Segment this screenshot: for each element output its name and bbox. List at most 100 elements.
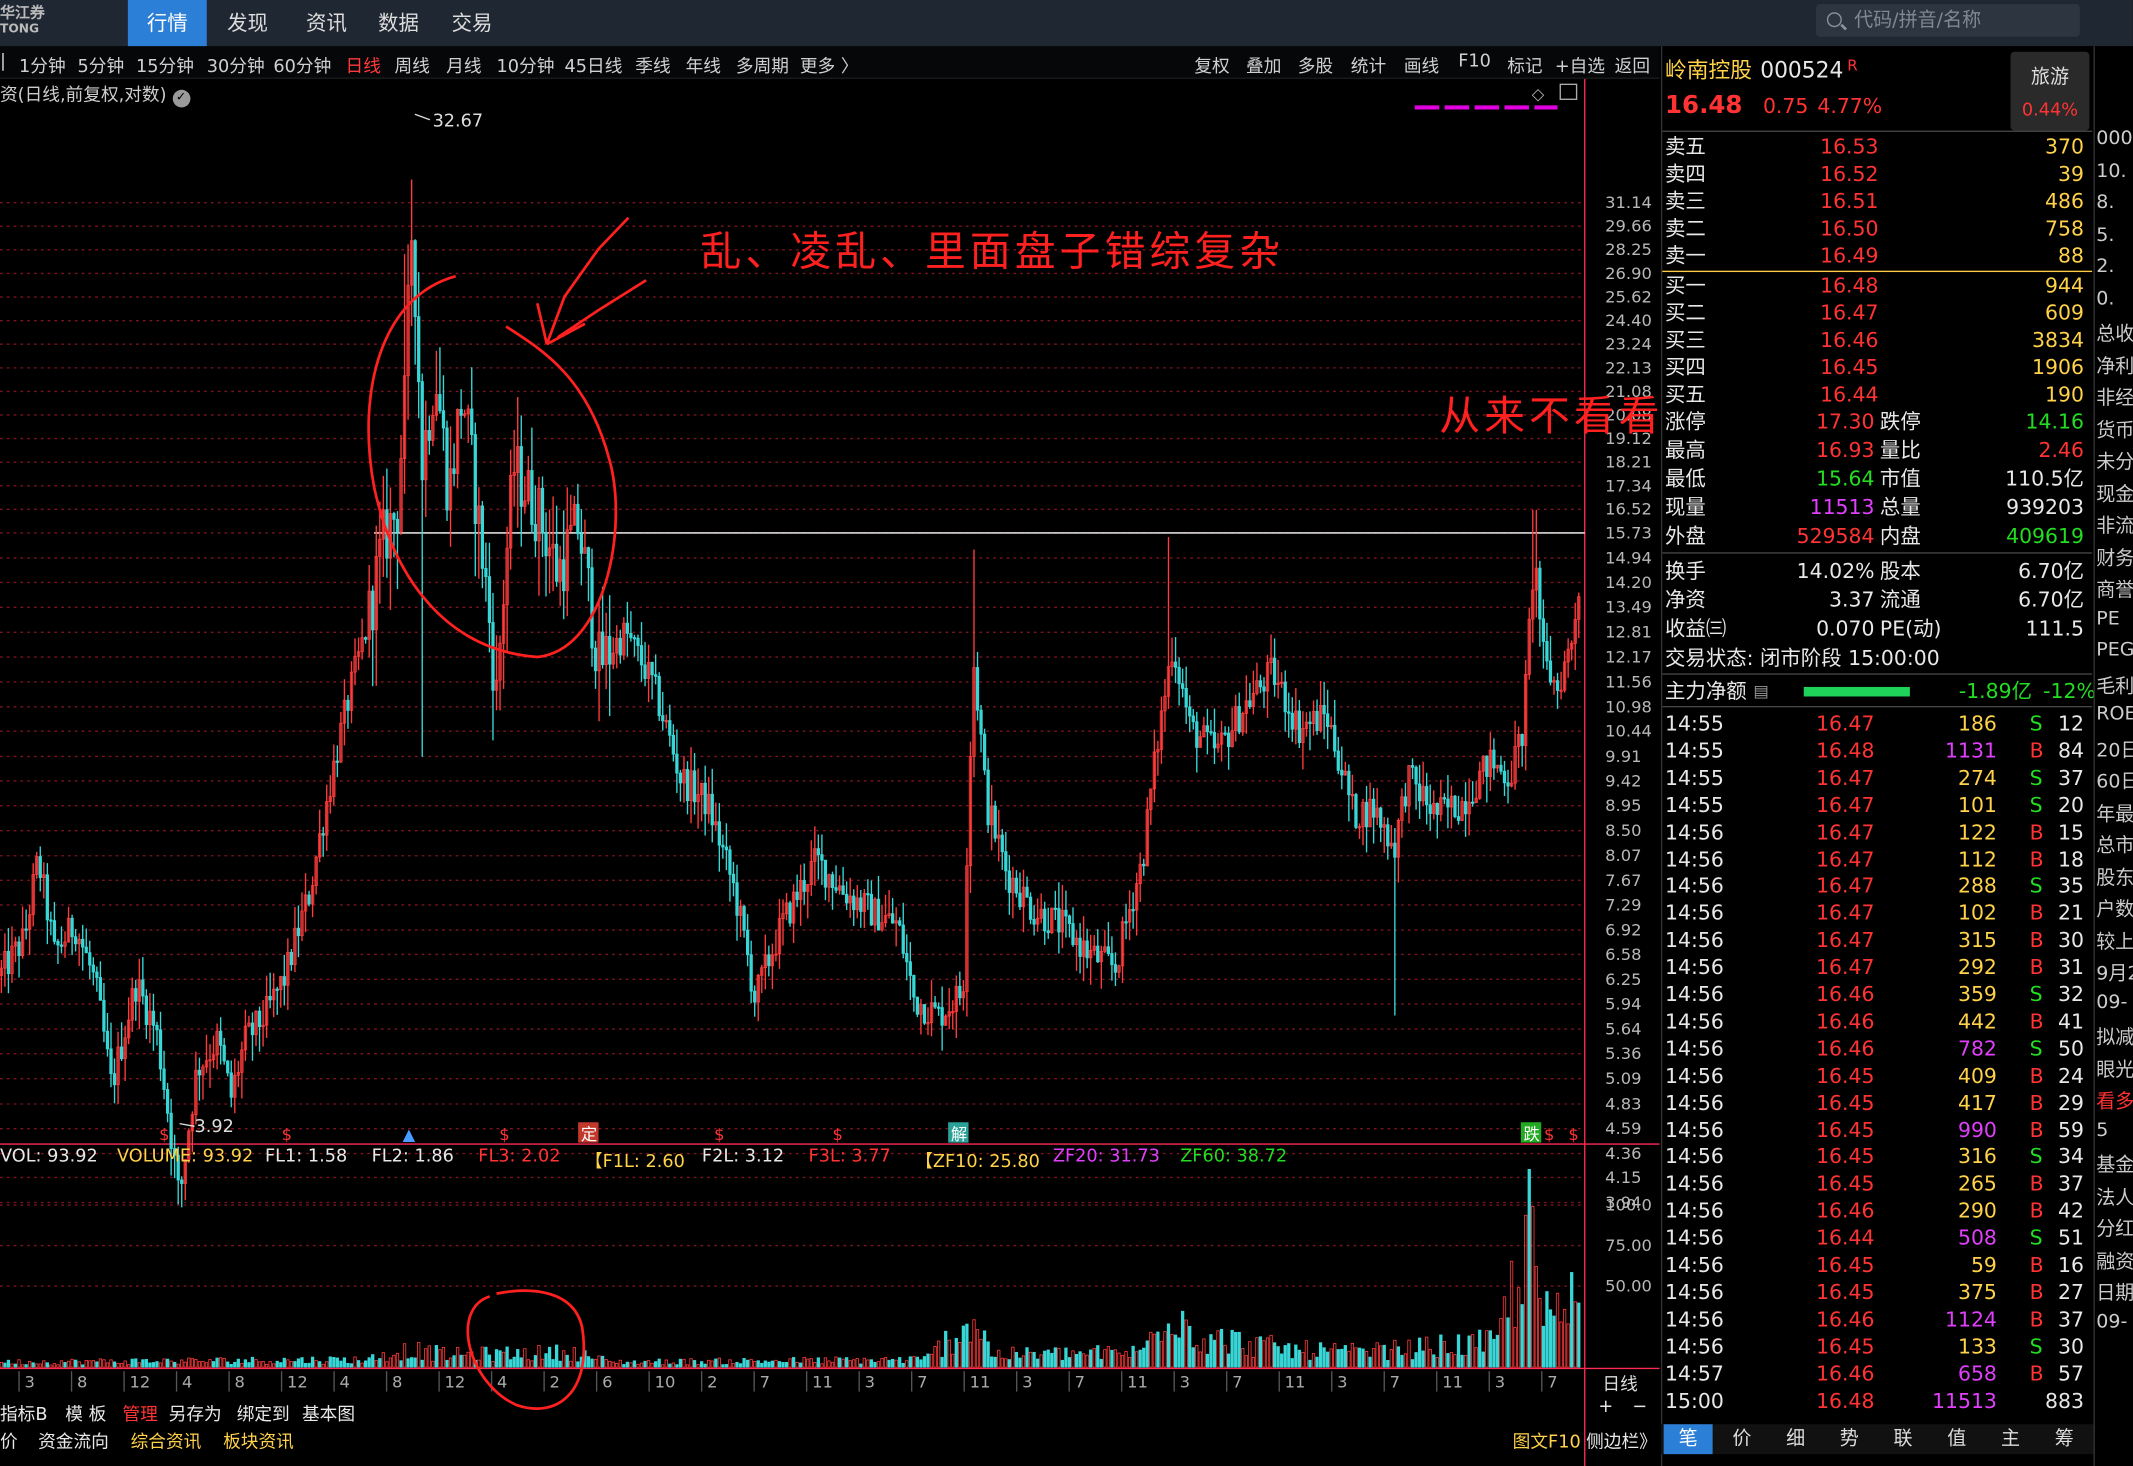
side-info-item: 股东 bbox=[2096, 867, 2133, 889]
volume-bar bbox=[229, 1364, 233, 1368]
menu-trade[interactable]: 交易 bbox=[438, 0, 506, 46]
panel-tab[interactable]: 值 bbox=[1932, 1424, 1981, 1454]
diamond-icon[interactable]: ◇ bbox=[1532, 84, 1545, 103]
candle-body bbox=[1223, 732, 1227, 735]
period-15min[interactable]: 15分钟 bbox=[136, 52, 194, 77]
period-30min[interactable]: 30分钟 bbox=[207, 52, 265, 77]
event-marker[interactable]: $ bbox=[159, 1125, 169, 1144]
tab-indicator[interactable]: 指标B bbox=[0, 1400, 48, 1425]
volume-bar bbox=[519, 1357, 523, 1368]
period-60min[interactable]: 60分钟 bbox=[273, 52, 331, 77]
volume-bar bbox=[1149, 1331, 1153, 1368]
bid-row[interactable]: 买一 16.48 944 bbox=[1662, 272, 2092, 299]
menu-news[interactable]: 资讯 bbox=[290, 0, 363, 46]
price-axis-label: 28.25 bbox=[1605, 240, 1652, 259]
bid-row[interactable]: 买三 16.46 3834 bbox=[1662, 326, 2092, 353]
zoom-out-icon[interactable]: − bbox=[1632, 1397, 1647, 1417]
event-marker[interactable]: $ bbox=[833, 1125, 843, 1144]
tool-mark[interactable]: 标记 bbox=[1507, 52, 1542, 77]
volume-bar bbox=[180, 1359, 184, 1368]
settings-icon[interactable]: ✓ bbox=[172, 89, 190, 108]
menu-data[interactable]: 数据 bbox=[365, 0, 433, 46]
window-icon[interactable] bbox=[1559, 83, 1578, 100]
volume-bar bbox=[427, 1345, 431, 1368]
link-sidebar[interactable]: 侧边栏》 bbox=[1586, 1427, 1657, 1452]
volume-bar bbox=[431, 1360, 435, 1368]
period-monthly[interactable]: 月线 bbox=[446, 52, 481, 77]
period-yearly[interactable]: 年线 bbox=[686, 52, 721, 77]
volume-bar bbox=[1110, 1349, 1114, 1368]
bid-row[interactable]: 买五 16.44 190 bbox=[1662, 381, 2092, 408]
period-quarterly[interactable]: 季线 bbox=[635, 52, 670, 77]
tool-f10[interactable]: F10 bbox=[1458, 52, 1491, 72]
panel-tab[interactable]: 笔 bbox=[1663, 1424, 1713, 1455]
ask-row[interactable]: 卖五 16.53 370 bbox=[1662, 133, 2092, 160]
menu-market[interactable]: 行情 bbox=[127, 0, 207, 47]
tab-save-as[interactable]: 另存为 bbox=[169, 1400, 222, 1425]
period-5min[interactable]: 5分钟 bbox=[78, 52, 125, 77]
ask-row[interactable]: 卖一 16.49 88 bbox=[1662, 242, 2092, 269]
event-marker[interactable]: $ bbox=[714, 1125, 724, 1144]
event-marker[interactable]: 解 bbox=[951, 1125, 967, 1144]
tool-adjust[interactable]: 复权 bbox=[1194, 52, 1229, 77]
ask-row[interactable]: 卖二 16.50 758 bbox=[1662, 215, 2092, 242]
panel-tab[interactable]: 联 bbox=[1879, 1424, 1928, 1454]
period-weekly[interactable]: 周线 bbox=[394, 52, 429, 77]
tool-overlay[interactable]: 叠加 bbox=[1246, 52, 1281, 77]
ask-row[interactable]: 卖三 16.51 486 bbox=[1662, 188, 2092, 215]
link-f10[interactable]: 图文F10 bbox=[1513, 1427, 1581, 1452]
event-marker[interactable]: $ bbox=[1544, 1125, 1554, 1144]
panel-tab[interactable]: 价 bbox=[1717, 1424, 1766, 1454]
event-marker[interactable]: 跌 bbox=[1524, 1125, 1540, 1144]
tab-price[interactable]: 价 bbox=[0, 1427, 18, 1452]
period-multi[interactable]: 多周期 bbox=[736, 52, 789, 77]
event-marker[interactable]: $ bbox=[1568, 1125, 1578, 1144]
candle-body bbox=[1442, 797, 1446, 800]
event-marker[interactable]: $ bbox=[499, 1125, 509, 1144]
volume-bar bbox=[1396, 1346, 1401, 1368]
flow-info-icon[interactable]: ▤ bbox=[1753, 677, 1768, 704]
candle-body bbox=[668, 720, 672, 736]
period-more[interactable]: 更多 〉 bbox=[800, 52, 859, 77]
stat-label: 最低 bbox=[1665, 466, 1706, 492]
tick-time: 14:56 bbox=[1665, 1090, 1724, 1115]
tab-money-flow[interactable]: 资金流向 bbox=[38, 1427, 109, 1452]
tool-draw[interactable]: 画线 bbox=[1404, 52, 1439, 77]
bid-row[interactable]: 买二 16.47 609 bbox=[1662, 299, 2092, 326]
menu-discover[interactable]: 发现 bbox=[211, 0, 284, 46]
price-chart[interactable]: ◇ 31.14 29.66 28.25 26.90 25.62 24.40 23.24 22.1… bbox=[0, 78, 1660, 1466]
tab-manage[interactable]: 管理 bbox=[122, 1400, 157, 1425]
ask-row[interactable]: 卖四 16.52 39 bbox=[1662, 161, 2092, 188]
tool-add-watchlist[interactable]: +自选 bbox=[1555, 52, 1605, 77]
tab-news[interactable]: 综合资讯 bbox=[131, 1427, 202, 1452]
tab-basic[interactable]: 基本图 bbox=[302, 1400, 355, 1425]
volume-bar bbox=[555, 1344, 559, 1368]
panel-tab[interactable]: 主 bbox=[1986, 1424, 2035, 1454]
tab-template[interactable]: 模 板 bbox=[65, 1400, 106, 1425]
tab-bind[interactable]: 绑定到 bbox=[237, 1400, 290, 1425]
bid-label: 买二 bbox=[1665, 300, 1706, 326]
volume-bar bbox=[526, 1359, 530, 1368]
stock-name[interactable]: 岭南控股 bbox=[1665, 54, 1752, 87]
event-marker[interactable]: $ bbox=[282, 1125, 292, 1144]
tick-side: S bbox=[2029, 1144, 2043, 1170]
period-10min[interactable]: 10分钟 bbox=[497, 52, 555, 77]
tool-multi-stock[interactable]: 多股 bbox=[1298, 52, 1333, 77]
zoom-in-icon[interactable]: + bbox=[1598, 1397, 1613, 1417]
bid-row[interactable]: 买四 16.45 1906 bbox=[1662, 354, 2092, 381]
candle-body bbox=[823, 859, 828, 888]
candle-body bbox=[852, 895, 856, 911]
event-marker[interactable]: 定 bbox=[581, 1125, 597, 1144]
panel-tab[interactable]: 筹 bbox=[2040, 1424, 2089, 1454]
tool-back[interactable]: 返回 bbox=[1615, 52, 1650, 77]
tool-stats[interactable]: 统计 bbox=[1351, 52, 1386, 77]
event-marker-arrow[interactable]: ▲ bbox=[403, 1125, 416, 1144]
panel-tab[interactable]: 势 bbox=[1825, 1424, 1874, 1454]
period-1min[interactable]: 1分钟 bbox=[19, 52, 66, 77]
period-daily[interactable]: 日线 bbox=[346, 52, 381, 77]
period-45day[interactable]: 45日线 bbox=[565, 52, 623, 77]
volume-bar bbox=[1566, 1323, 1570, 1368]
panel-tab[interactable]: 细 bbox=[1771, 1424, 1820, 1454]
tab-sector-news[interactable]: 板块资讯 bbox=[223, 1427, 294, 1452]
search-input[interactable]: 代码/拼音/名称 bbox=[1816, 4, 2080, 37]
